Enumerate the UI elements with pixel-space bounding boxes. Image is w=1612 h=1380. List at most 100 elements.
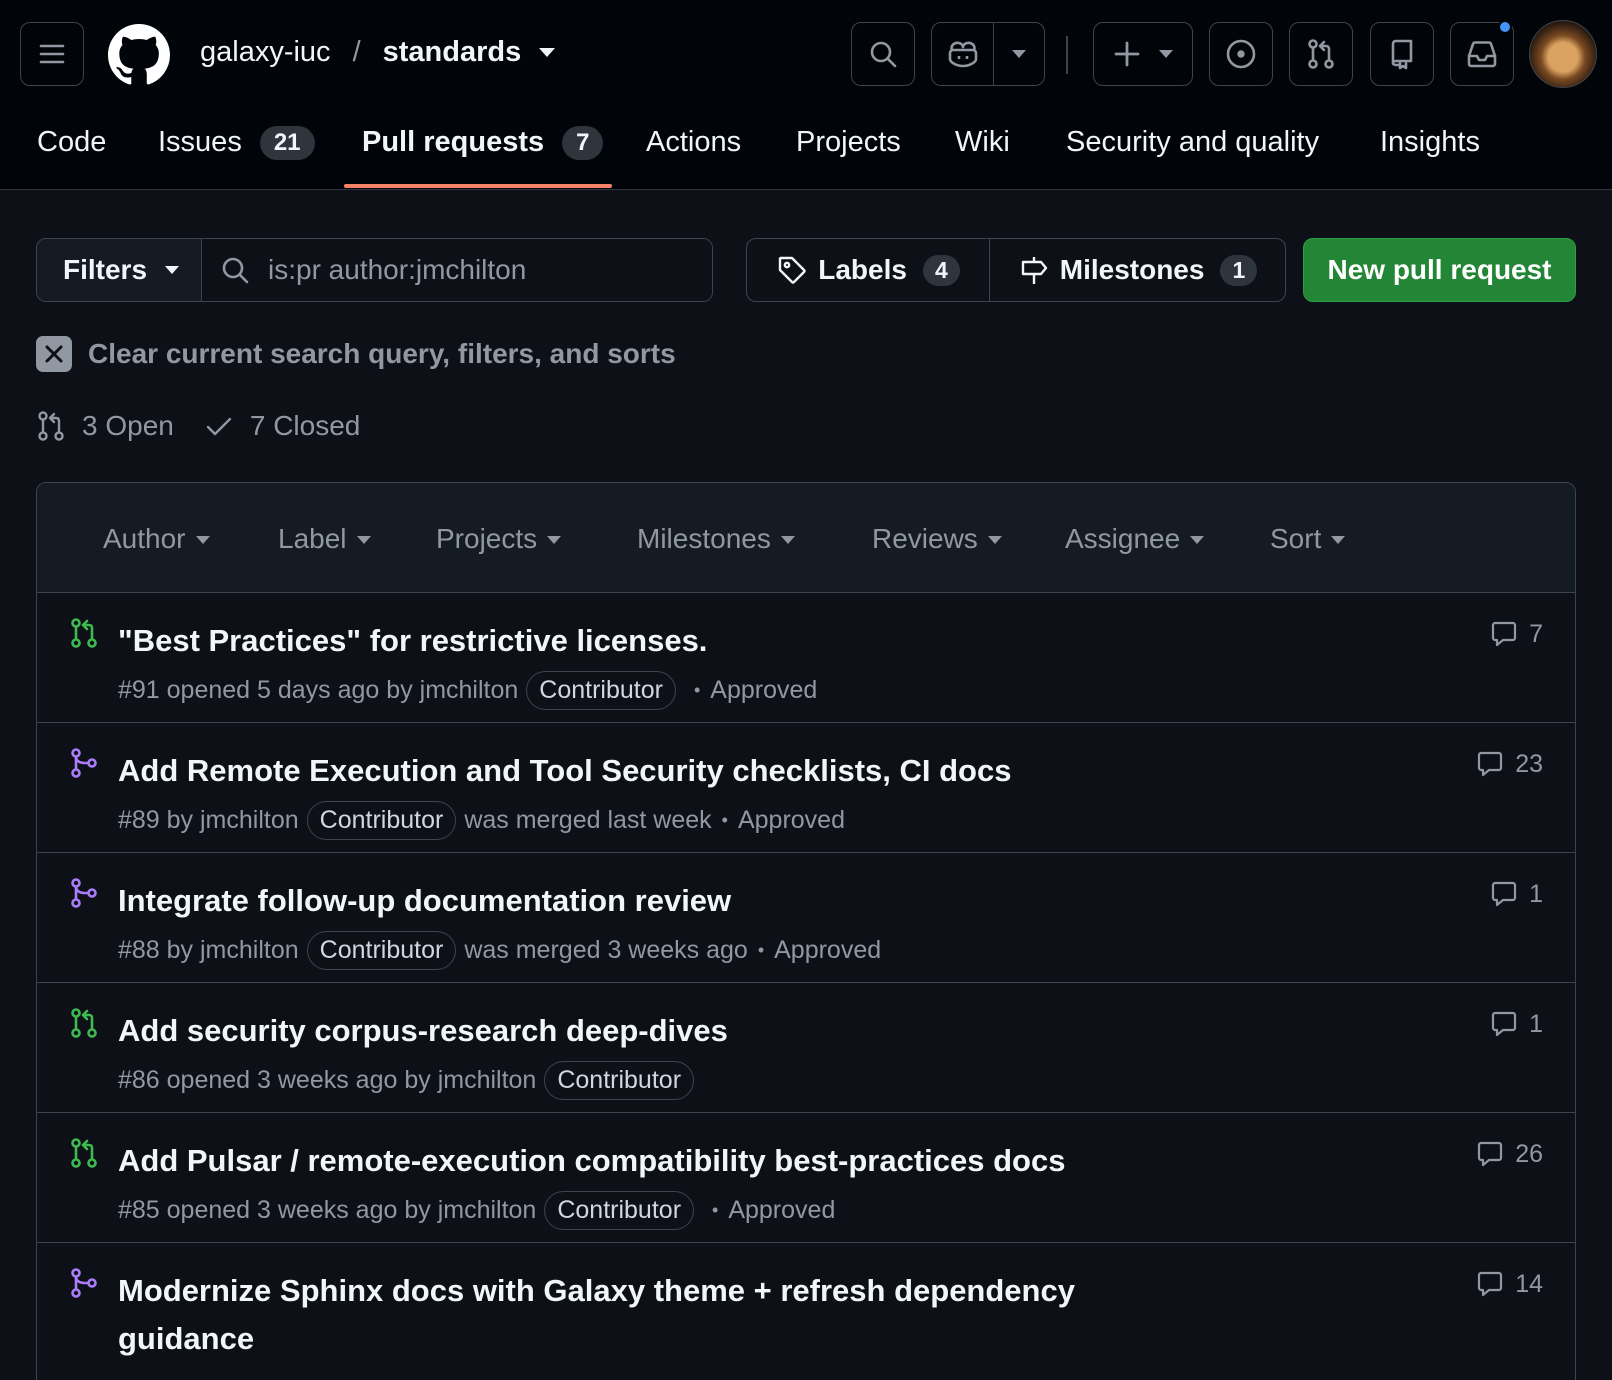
pr-row[interactable]: "Best Practices" for restrictive license… bbox=[37, 593, 1575, 723]
copilot-icon bbox=[948, 41, 977, 68]
label-filter-label: Label bbox=[278, 523, 347, 554]
tab-insights[interactable]: Insights bbox=[1380, 118, 1480, 190]
review-status[interactable]: Approved bbox=[774, 936, 881, 965]
pr-state-icon bbox=[69, 1267, 99, 1299]
open-count: 3 Open bbox=[82, 410, 174, 441]
author-filter[interactable]: Author bbox=[103, 523, 210, 555]
repo-breadcrumb: galaxy-iuc / standards bbox=[200, 36, 556, 69]
comments-link[interactable]: 7 bbox=[1489, 619, 1543, 649]
tab-pull-requests[interactable]: Pull requests 7 bbox=[362, 118, 604, 190]
pr-meta: #86 opened 3 weeks ago by jmchilton Contr… bbox=[118, 1061, 702, 1100]
state-toggle: 3 Open 7 Closed bbox=[36, 410, 360, 442]
chevron-down-icon bbox=[1190, 536, 1205, 544]
clear-filters-link[interactable]: Clear current search query, filters, and… bbox=[36, 336, 676, 372]
labels-button[interactable]: Labels 4 bbox=[747, 239, 990, 301]
tab-projects[interactable]: Projects bbox=[796, 118, 901, 190]
reviews-filter[interactable]: Reviews bbox=[872, 523, 1002, 555]
tab-security[interactable]: Security and quality bbox=[1066, 118, 1319, 190]
sort-dropdown[interactable]: Sort bbox=[1270, 523, 1346, 555]
filter-search-bar: Filters bbox=[36, 238, 713, 302]
copilot-button-group bbox=[931, 22, 1045, 86]
plus-icon bbox=[1114, 41, 1140, 67]
milestones-button[interactable]: Milestones 1 bbox=[990, 239, 1285, 301]
repo-icon bbox=[1391, 39, 1413, 70]
comments-link[interactable]: 26 bbox=[1475, 1139, 1543, 1169]
meta-separator-dot: • bbox=[721, 810, 728, 830]
comments-link[interactable]: 1 bbox=[1489, 1009, 1543, 1039]
tab-label: Pull requests bbox=[362, 126, 545, 158]
repositories-button[interactable] bbox=[1370, 22, 1434, 86]
tab-issues[interactable]: Issues 21 bbox=[158, 118, 315, 190]
merged-icon bbox=[71, 748, 97, 778]
tab-actions[interactable]: Actions bbox=[646, 118, 741, 190]
assignee-filter[interactable]: Assignee bbox=[1065, 523, 1205, 555]
search-icon bbox=[222, 257, 249, 284]
pr-title-link[interactable]: Modernize Sphinx docs with Galaxy theme … bbox=[118, 1267, 1138, 1363]
pr-row[interactable]: Add Remote Execution and Tool Security c… bbox=[37, 723, 1575, 853]
github-logo-icon[interactable] bbox=[108, 24, 170, 86]
pull-requests-button[interactable] bbox=[1289, 22, 1353, 86]
pr-meta: #89 by jmchilton Contributor was merged la… bbox=[118, 801, 845, 840]
pr-title-link[interactable]: Integrate follow-up documentation review bbox=[118, 877, 731, 925]
open-filter[interactable]: 3 Open bbox=[36, 410, 174, 442]
pr-row[interactable]: Add security corpus-research deep-dives #… bbox=[37, 983, 1575, 1113]
pr-title-link[interactable]: Add Remote Execution and Tool Security c… bbox=[118, 747, 1011, 795]
pr-rows: "Best Practices" for restrictive license… bbox=[37, 593, 1575, 1380]
author-badge: Contributor bbox=[544, 1191, 695, 1230]
issues-button[interactable] bbox=[1209, 22, 1273, 86]
search-input[interactable] bbox=[268, 254, 688, 286]
copilot-button[interactable] bbox=[932, 23, 994, 85]
review-status[interactable]: Approved bbox=[728, 1196, 835, 1225]
comment-count: 23 bbox=[1515, 749, 1543, 778]
pull-request-icon bbox=[38, 411, 64, 441]
tab-wiki[interactable]: Wiki bbox=[955, 118, 1010, 190]
tab-code[interactable]: Code bbox=[37, 118, 106, 190]
label-filter[interactable]: Label bbox=[278, 523, 371, 555]
labels-count: 4 bbox=[922, 254, 960, 286]
comment-count: 1 bbox=[1529, 879, 1543, 908]
pr-title-link[interactable]: Add Pulsar / remote-execution compatibil… bbox=[118, 1137, 1065, 1185]
pr-state-icon bbox=[69, 747, 99, 779]
pull-request-icon bbox=[71, 618, 97, 648]
comment-icon bbox=[1491, 1011, 1517, 1037]
review-status[interactable]: Approved bbox=[738, 806, 845, 835]
repo-link[interactable]: standards bbox=[383, 36, 522, 69]
milestones-label: Milestones bbox=[1059, 254, 1205, 285]
comments-link[interactable]: 1 bbox=[1489, 879, 1543, 909]
sort-label: Sort bbox=[1270, 523, 1322, 554]
menu-button[interactable] bbox=[20, 22, 84, 86]
search-icon bbox=[870, 41, 897, 68]
milestones-filter[interactable]: Milestones bbox=[637, 523, 795, 555]
comment-count: 7 bbox=[1529, 619, 1543, 648]
create-new-button[interactable] bbox=[1093, 22, 1193, 86]
new-pull-request-button[interactable]: New pull request bbox=[1303, 238, 1576, 302]
comment-icon bbox=[1478, 1271, 1503, 1297]
author-badge: Contributor bbox=[544, 1061, 695, 1100]
active-tab-underline bbox=[344, 184, 612, 188]
review-status[interactable]: Approved bbox=[710, 676, 817, 705]
avatar[interactable] bbox=[1529, 20, 1597, 88]
search-field bbox=[202, 239, 712, 301]
pr-title-link[interactable]: "Best Practices" for restrictive license… bbox=[118, 617, 707, 665]
tab-label: Security and quality bbox=[1066, 126, 1320, 158]
counter-badge: 21 bbox=[259, 126, 315, 160]
chevron-down-icon[interactable] bbox=[539, 48, 556, 57]
pr-meta: #88 by jmchilton Contributor was merged 3 … bbox=[118, 931, 881, 970]
pr-row[interactable]: Integrate follow-up documentation review… bbox=[37, 853, 1575, 983]
projects-filter[interactable]: Projects bbox=[436, 523, 562, 555]
pr-meta: #91 opened 5 days ago by jmchilton Contri… bbox=[118, 671, 817, 710]
owner-link[interactable]: galaxy-iuc bbox=[200, 36, 331, 69]
comments-link[interactable]: 14 bbox=[1475, 1269, 1543, 1299]
pr-row[interactable]: Add Pulsar / remote-execution compatibil… bbox=[37, 1113, 1575, 1243]
projects-filter-label: Projects bbox=[436, 523, 538, 554]
author-badge: Contributor bbox=[526, 671, 676, 710]
filters-button[interactable]: Filters bbox=[37, 239, 202, 301]
copilot-dropdown[interactable] bbox=[994, 23, 1044, 85]
header-divider bbox=[1066, 36, 1068, 74]
pr-title-link[interactable]: Add security corpus-research deep-dives bbox=[118, 1007, 728, 1055]
pr-row[interactable]: Modernize Sphinx docs with Galaxy theme … bbox=[37, 1243, 1575, 1380]
closed-filter[interactable]: 7 Closed bbox=[204, 410, 360, 442]
comments-link[interactable]: 23 bbox=[1475, 749, 1543, 779]
comment-icon bbox=[1478, 751, 1503, 777]
search-button[interactable] bbox=[851, 22, 915, 86]
